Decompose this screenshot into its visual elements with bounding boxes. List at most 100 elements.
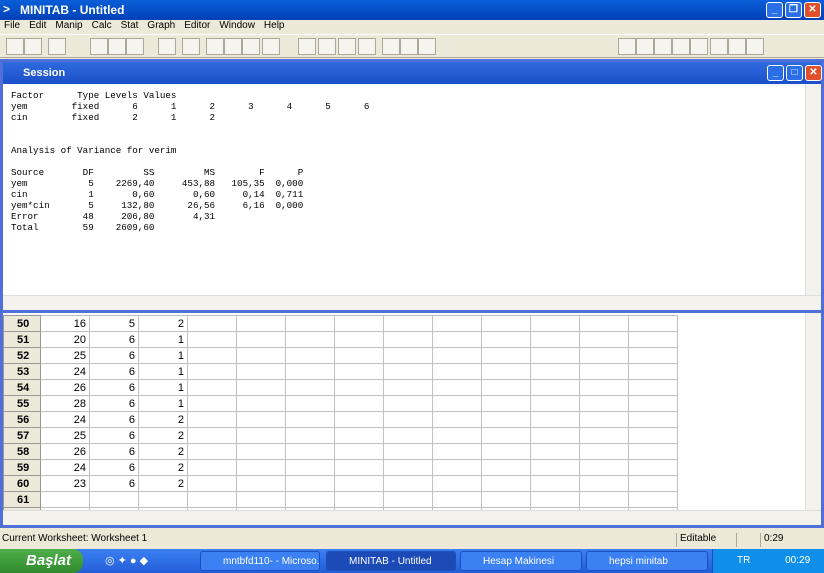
toolbar-button[interactable] (710, 38, 728, 55)
toolbar-button[interactable] (224, 38, 242, 55)
cell[interactable] (481, 347, 531, 364)
cell[interactable] (334, 331, 384, 348)
cell[interactable] (236, 331, 286, 348)
cell[interactable] (432, 459, 482, 476)
toolbar-button[interactable] (338, 38, 356, 55)
session-maximize-button[interactable]: □ (786, 65, 803, 81)
cell[interactable] (530, 459, 580, 476)
cell[interactable]: 2 (138, 475, 188, 492)
cell[interactable]: 26 (40, 443, 90, 460)
cell[interactable]: 6 (89, 475, 139, 492)
menu-calc[interactable]: Calc (92, 20, 112, 33)
cell[interactable] (628, 395, 678, 412)
cell[interactable] (236, 411, 286, 428)
cell[interactable]: 28 (40, 395, 90, 412)
cell[interactable] (481, 363, 531, 380)
menu-graph[interactable]: Graph (147, 20, 175, 33)
cell[interactable]: 1 (138, 395, 188, 412)
cell[interactable] (628, 331, 678, 348)
cell[interactable] (628, 443, 678, 460)
cell[interactable] (579, 475, 629, 492)
cell[interactable]: 23 (40, 475, 90, 492)
cell[interactable]: 1 (138, 331, 188, 348)
cell[interactable] (383, 427, 433, 444)
cell[interactable]: 24 (40, 363, 90, 380)
cell[interactable] (579, 379, 629, 396)
session-minimize-button[interactable]: _ (767, 65, 784, 81)
cell[interactable] (579, 395, 629, 412)
cell[interactable]: 6 (89, 459, 139, 476)
cell[interactable] (334, 427, 384, 444)
worksheet-horizontal-scrollbar[interactable] (3, 510, 821, 525)
cell[interactable]: 6 (89, 427, 139, 444)
cell[interactable] (481, 427, 531, 444)
cell[interactable] (579, 427, 629, 444)
session-horizontal-scrollbar[interactable] (3, 295, 821, 310)
toolbar-button[interactable] (158, 38, 176, 55)
cell[interactable]: 25 (40, 347, 90, 364)
cell[interactable] (187, 443, 237, 460)
worksheet-vertical-scrollbar[interactable] (805, 313, 821, 510)
toolbar-button[interactable] (6, 38, 24, 55)
toolbar-button[interactable] (400, 38, 418, 55)
cell[interactable] (432, 315, 482, 332)
cell[interactable] (383, 443, 433, 460)
cell[interactable] (530, 395, 580, 412)
cell[interactable] (579, 363, 629, 380)
cell[interactable] (579, 443, 629, 460)
cell[interactable] (334, 315, 384, 332)
cell[interactable] (481, 475, 531, 492)
cell[interactable] (530, 427, 580, 444)
cell[interactable] (530, 475, 580, 492)
toolbar-button[interactable] (262, 38, 280, 55)
cell[interactable] (187, 347, 237, 364)
cell[interactable] (285, 411, 335, 428)
cell[interactable] (236, 443, 286, 460)
cell[interactable] (187, 331, 237, 348)
cell[interactable] (383, 379, 433, 396)
cell[interactable] (285, 443, 335, 460)
cell[interactable] (187, 395, 237, 412)
toolbar-button[interactable] (672, 38, 690, 55)
quick-launch-icons[interactable]: ◎ ✦ ● ◆ (105, 554, 148, 567)
cell[interactable] (187, 459, 237, 476)
cell[interactable] (530, 363, 580, 380)
cell[interactable] (432, 427, 482, 444)
cell[interactable]: 1 (138, 347, 188, 364)
cell[interactable] (628, 475, 678, 492)
cell[interactable] (236, 363, 286, 380)
row-header[interactable]: 59 (3, 459, 41, 476)
cell[interactable] (432, 379, 482, 396)
cell[interactable] (285, 427, 335, 444)
cell[interactable] (481, 315, 531, 332)
cell[interactable] (579, 315, 629, 332)
cell[interactable]: 6 (89, 411, 139, 428)
session-close-button[interactable]: ✕ (805, 65, 822, 81)
cell[interactable] (432, 411, 482, 428)
cell[interactable] (383, 315, 433, 332)
cell[interactable] (481, 443, 531, 460)
toolbar-button[interactable] (690, 38, 708, 55)
cell[interactable] (236, 475, 286, 492)
cell[interactable] (236, 315, 286, 332)
cell[interactable] (334, 491, 384, 508)
menu-editor[interactable]: Editor (184, 20, 210, 33)
restore-button[interactable]: ❐ (785, 2, 802, 18)
cell[interactable] (285, 379, 335, 396)
cell[interactable] (383, 363, 433, 380)
menu-window[interactable]: Window (219, 20, 255, 33)
cell[interactable] (628, 315, 678, 332)
cell[interactable] (334, 411, 384, 428)
row-header[interactable]: 55 (3, 395, 41, 412)
cell[interactable] (383, 459, 433, 476)
row-header[interactable]: 50 (3, 315, 41, 332)
cell[interactable] (334, 443, 384, 460)
cell[interactable] (579, 411, 629, 428)
cell[interactable] (285, 331, 335, 348)
cell[interactable] (579, 491, 629, 508)
cell[interactable] (236, 459, 286, 476)
cell[interactable] (236, 427, 286, 444)
toolbar-button[interactable] (728, 38, 746, 55)
cell[interactable] (285, 475, 335, 492)
cell[interactable] (187, 427, 237, 444)
